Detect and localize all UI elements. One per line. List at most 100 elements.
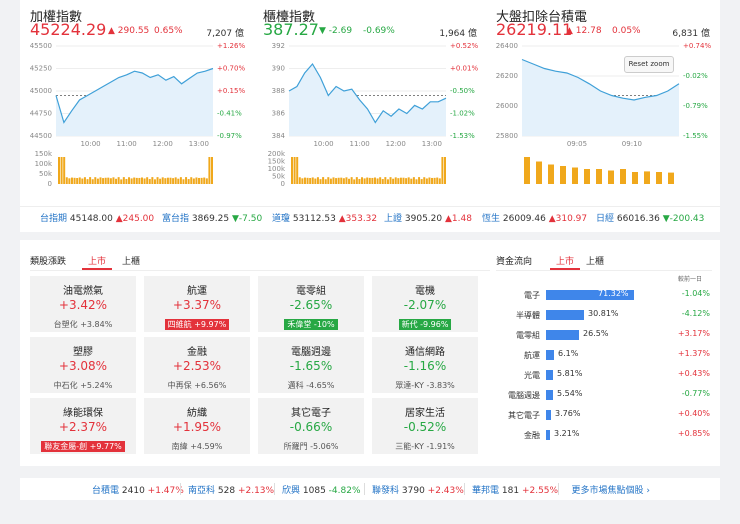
flow-row[interactable]: 電腦週邊 5.54% -0.77% <box>496 388 712 402</box>
divider <box>274 483 275 495</box>
flow-row[interactable]: 電子 71.32% -1.04% <box>496 288 712 302</box>
index-taiex[interactable]: 加權指數 45224.29 ▲ 290.55 0.65% 7,207 億 455… <box>20 0 253 200</box>
sector-tile[interactable]: 油電燃氣 +3.42% 台塑化 +3.84% <box>30 276 136 332</box>
pct-tick-label: +0.74% <box>683 42 711 50</box>
volume-bar <box>389 177 392 184</box>
flow-share-bar <box>546 310 584 320</box>
sector-tile[interactable]: 居家生活 -0.52% 三能-KY -1.91% <box>372 398 478 454</box>
sector-tile[interactable]: 電零組 -2.65% 禾偉堂 -10% <box>258 276 364 332</box>
tab-flow-listed[interactable]: 上市 <box>556 254 574 267</box>
sector-leader-stock: 三能-KY -1.91% <box>395 442 455 451</box>
volume-bar <box>125 178 128 184</box>
volume-bar <box>172 178 175 184</box>
ticker-item[interactable]: 上證 3905.20 ▲1.48 <box>384 211 472 224</box>
volume-bar <box>438 178 441 184</box>
index-chart[interactable]: 45500 45250 45000 44750 44500 +1.26% +0.70% +0.… <box>20 40 253 200</box>
flow-row[interactable]: 其它電子 3.76% +0.40% <box>496 408 712 422</box>
volume-bar <box>358 178 361 184</box>
flow-change: -4.12% <box>681 309 710 318</box>
tab-flow-otc[interactable]: 上櫃 <box>586 254 604 267</box>
hot-stock[interactable]: 欣興 1085 -4.82% <box>282 483 361 496</box>
volume-bar <box>138 177 141 184</box>
volume-bar <box>298 177 301 184</box>
volume-bar <box>410 178 413 184</box>
sector-tile[interactable]: 電腦週邊 -1.65% 邁科 -4.65% <box>258 337 364 393</box>
flow-share-value: 26.5% <box>583 329 609 338</box>
volume-bar <box>394 177 397 184</box>
tab-sector-listed[interactable]: 上市 <box>88 254 106 267</box>
stock-change: +2.43% <box>427 486 464 496</box>
sector-tile[interactable]: 紡織 +1.95% 南緯 +4.59% <box>144 398 250 454</box>
flow-row[interactable]: 電零組 26.5% +3.17% <box>496 328 712 342</box>
volume-bar <box>208 157 211 184</box>
sector-pct: +2.53% <box>172 359 222 373</box>
sector-tile[interactable]: 塑膠 +3.08% 中石化 +5.24% <box>30 337 136 393</box>
volume-bar <box>135 177 138 184</box>
stock-price: 181 <box>501 486 520 496</box>
volume-bar <box>211 157 213 184</box>
ticker-change: ▼-200.43 <box>662 214 705 224</box>
volume-bar <box>355 177 358 184</box>
flow-share-bar <box>546 350 554 360</box>
ticker-item[interactable]: 道瓊 53112.53 ▲353.32 <box>272 211 377 224</box>
y-tick-label: 384 <box>272 132 286 140</box>
y-tick-label: 388 <box>272 87 285 95</box>
volume-bar <box>185 177 188 184</box>
index-chart[interactable]: 392 390 388 386 384 +0.52% +0.01% -0.50% -1.02% -… <box>253 40 486 200</box>
sector-tile[interactable]: 綠能環保 +2.37% 聯友金屬-創 +9.77% <box>30 398 136 454</box>
sector-pct: -2.65% <box>289 298 333 312</box>
sector-name: 通信網路 <box>405 347 445 358</box>
ticker-change: ▼-7.50 <box>231 214 263 224</box>
ticker-item[interactable]: 台指期 45148.00 ▲245.00 <box>40 211 154 224</box>
volume-bar <box>418 177 421 184</box>
sector-tile[interactable]: 航運 +3.37% 四維航 +9.97% <box>144 276 250 332</box>
index-ex-tsmc[interactable]: 大盤扣除台積電 26219.11 ▲ 12.78 0.05% 6,831 億 2… <box>486 0 719 200</box>
volume-bar <box>560 166 566 184</box>
sector-tile[interactable]: 通信網路 -1.16% 眾達-KY -3.83% <box>372 337 478 393</box>
index-chart[interactable]: 26400 26200 26000 25800 +0.74% -0.02% -0.79% -1… <box>486 40 719 200</box>
futures-ticker: 台指期 45148.00 ▲245.00 富台指 3869.25 ▼-7.50 … <box>20 206 720 226</box>
volume-bar <box>335 178 338 184</box>
volume-bar <box>130 178 133 184</box>
index-otc[interactable]: 櫃檯指數 387.27 ▼ -2.69 -0.69% 1,964 億 392 39… <box>253 0 486 200</box>
volume-tick-label: 0 <box>48 180 52 188</box>
volume-bar <box>60 157 63 184</box>
flow-row[interactable]: 航運 6.1% +1.37% <box>496 348 712 362</box>
sector-tile[interactable]: 其它電子 -0.66% 所羅門 -5.06% <box>258 398 364 454</box>
flow-share-bar <box>546 330 579 340</box>
ticker-item[interactable]: 日經 66016.36 ▼-200.43 <box>596 211 704 224</box>
flow-change: +0.85% <box>677 429 710 438</box>
ticker-item[interactable]: 富台指 3869.25 ▼-7.50 <box>162 211 262 224</box>
volume-bar <box>159 178 162 184</box>
sector-name: 電機 <box>415 286 435 297</box>
volume-bar <box>376 178 379 184</box>
ticker-item[interactable]: 恆生 26009.46 ▲310.97 <box>482 211 587 224</box>
hot-stock[interactable]: 聯發科 3790 +2.43% <box>372 483 464 496</box>
sector-pct: -1.16% <box>403 359 447 373</box>
hot-stock[interactable]: 台積電 2410 +1.47% <box>92 483 184 496</box>
volume-bar <box>192 178 195 184</box>
volume-bar <box>316 177 319 184</box>
sector-tile[interactable]: 金融 +2.53% 中再保 +6.56% <box>144 337 250 393</box>
more-hot-stocks-link[interactable]: 更多市場焦點個股 › <box>572 483 650 496</box>
volume-bar <box>548 164 554 184</box>
volume-bar <box>332 177 335 184</box>
sector-pct: +1.95% <box>172 420 222 434</box>
hot-stock[interactable]: 南亞科 528 +2.13% <box>188 483 274 496</box>
volume-bar <box>373 177 376 184</box>
tab-sector-otc[interactable]: 上櫃 <box>122 254 140 267</box>
sector-leader-stock: 所羅門 -5.06% <box>283 442 339 451</box>
sector-title: 類股漲跌 <box>30 257 67 267</box>
flow-row[interactable]: 半導體 30.81% -4.12% <box>496 308 712 322</box>
flow-row[interactable]: 光電 5.81% +0.43% <box>496 368 712 382</box>
hot-stock[interactable]: 華邦電 181 +2.55% <box>472 483 558 496</box>
sector-tile[interactable]: 電機 -2.07% 新代 -9.96% <box>372 276 478 332</box>
flow-share-value: 6.1% <box>558 349 579 358</box>
index-pct: 0.65% <box>154 26 183 36</box>
volume-bar <box>433 177 436 184</box>
volume-bar <box>76 178 79 184</box>
flow-row[interactable]: 金融 3.21% +0.85% <box>496 428 712 442</box>
flow-share-bar <box>546 410 551 420</box>
reset-zoom-button[interactable]: Reset zoom <box>624 56 674 73</box>
volume-bar <box>195 177 198 184</box>
